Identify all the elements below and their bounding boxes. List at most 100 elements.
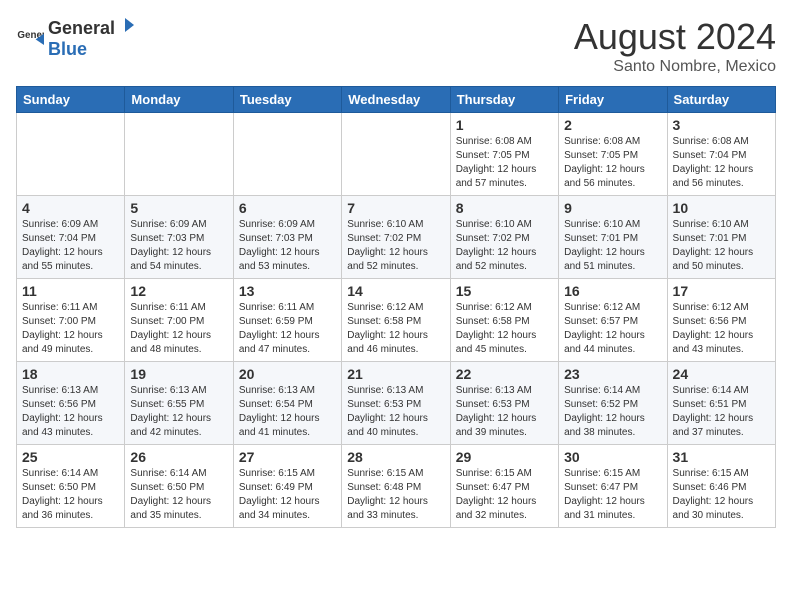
- day-number: 21: [347, 366, 444, 382]
- calendar-cell: [125, 113, 233, 196]
- weekday-header-monday: Monday: [125, 87, 233, 113]
- calendar-cell: 19 Sunrise: 6:13 AM Sunset: 6:55 PM Dayli…: [125, 362, 233, 445]
- day-number: 30: [564, 449, 661, 465]
- day-info: Sunrise: 6:14 AM Sunset: 6:51 PM Dayligh…: [673, 384, 770, 440]
- day-number: 15: [456, 283, 553, 299]
- weekday-header-friday: Friday: [559, 87, 667, 113]
- calendar-cell: 10Sunrise: 6:10 AM Sunset: 7:01 PM Dayli…: [667, 196, 775, 279]
- day-number: 4: [22, 200, 119, 216]
- day-number: 25: [22, 449, 119, 465]
- day-info: Sunrise: 6:09 AM Sunset: 7:04 PM Dayligh…: [22, 218, 119, 274]
- calendar-cell: 27Sunrise: 6:15 AM Sunset: 6:49 PM Dayli…: [233, 445, 341, 528]
- day-info: Sunrise: 6:11 AM Sunset: 7:00 PM Dayligh…: [22, 301, 119, 357]
- day-number: 22: [456, 366, 553, 382]
- calendar-cell: 6 Sunrise: 6:09 AM Sunset: 7:03 PM Daylig…: [233, 196, 341, 279]
- day-info: Sunrise: 6:15 AM Sunset: 6:46 PM Dayligh…: [673, 467, 770, 523]
- day-number: 8: [456, 200, 553, 216]
- day-number: 3: [673, 117, 770, 133]
- day-number: 6: [239, 200, 336, 216]
- day-info: Sunrise: 6:14 AM Sunset: 6:52 PM Dayligh…: [564, 384, 661, 440]
- day-info: Sunrise: 6:08 AM Sunset: 7:05 PM Dayligh…: [564, 135, 661, 191]
- day-number: 1: [456, 117, 553, 133]
- calendar-cell: 24 Sunrise: 6:14 AM Sunset: 6:51 PM Dayli…: [667, 362, 775, 445]
- day-number: 18: [22, 366, 119, 382]
- day-info: Sunrise: 6:12 AM Sunset: 6:56 PM Dayligh…: [673, 301, 770, 357]
- day-info: Sunrise: 6:09 AM Sunset: 7:03 PM Dayligh…: [130, 218, 227, 274]
- day-info: Sunrise: 6:10 AM Sunset: 7:02 PM Dayligh…: [347, 218, 444, 274]
- day-info: Sunrise: 6:10 AM Sunset: 7:01 PM Dayligh…: [673, 218, 770, 274]
- calendar-week-row: 25 Sunrise: 6:14 AM Sunset: 6:50 PM Dayli…: [17, 445, 776, 528]
- day-info: Sunrise: 6:10 AM Sunset: 7:01 PM Dayligh…: [564, 218, 661, 274]
- day-info: Sunrise: 6:13 AM Sunset: 6:53 PM Dayligh…: [347, 384, 444, 440]
- day-info: Sunrise: 6:15 AM Sunset: 6:47 PM Dayligh…: [456, 467, 553, 523]
- weekday-header-saturday: Saturday: [667, 87, 775, 113]
- logo: General General Blue: [16, 16, 135, 60]
- day-info: Sunrise: 6:13 AM Sunset: 6:54 PM Dayligh…: [239, 384, 336, 440]
- day-info: Sunrise: 6:14 AM Sunset: 6:50 PM Dayligh…: [130, 467, 227, 523]
- calendar-cell: 17Sunrise: 6:12 AM Sunset: 6:56 PM Dayli…: [667, 279, 775, 362]
- calendar-week-row: 4 Sunrise: 6:09 AM Sunset: 7:04 PM Daylig…: [17, 196, 776, 279]
- day-info: Sunrise: 6:11 AM Sunset: 7:00 PM Dayligh…: [130, 301, 227, 357]
- day-info: Sunrise: 6:15 AM Sunset: 6:47 PM Dayligh…: [564, 467, 661, 523]
- day-info: Sunrise: 6:08 AM Sunset: 7:05 PM Dayligh…: [456, 135, 553, 191]
- calendar-cell: 2 Sunrise: 6:08 AM Sunset: 7:05 PM Daylig…: [559, 113, 667, 196]
- day-number: 28: [347, 449, 444, 465]
- day-info: Sunrise: 6:09 AM Sunset: 7:03 PM Dayligh…: [239, 218, 336, 274]
- calendar-cell: 31Sunrise: 6:15 AM Sunset: 6:46 PM Dayli…: [667, 445, 775, 528]
- day-info: Sunrise: 6:10 AM Sunset: 7:02 PM Dayligh…: [456, 218, 553, 274]
- calendar-cell: 4 Sunrise: 6:09 AM Sunset: 7:04 PM Daylig…: [17, 196, 125, 279]
- logo-icon: General: [16, 24, 44, 52]
- day-number: 9: [564, 200, 661, 216]
- calendar-cell: 5 Sunrise: 6:09 AM Sunset: 7:03 PM Daylig…: [125, 196, 233, 279]
- title-block: August 2024 Santo Nombre, Mexico: [574, 16, 776, 76]
- day-number: 12: [130, 283, 227, 299]
- day-number: 14: [347, 283, 444, 299]
- day-number: 7: [347, 200, 444, 216]
- calendar-cell: [342, 113, 450, 196]
- month-year-title: August 2024: [574, 16, 776, 58]
- calendar-cell: 18 Sunrise: 6:13 AM Sunset: 6:56 PM Dayli…: [17, 362, 125, 445]
- day-number: 5: [130, 200, 227, 216]
- day-number: 2: [564, 117, 661, 133]
- calendar-week-row: 18 Sunrise: 6:13 AM Sunset: 6:56 PM Dayli…: [17, 362, 776, 445]
- weekday-header-sunday: Sunday: [17, 87, 125, 113]
- day-info: Sunrise: 6:13 AM Sunset: 6:56 PM Dayligh…: [22, 384, 119, 440]
- day-number: 27: [239, 449, 336, 465]
- day-number: 29: [456, 449, 553, 465]
- day-number: 19: [130, 366, 227, 382]
- day-number: 11: [22, 283, 119, 299]
- calendar-cell: 16 Sunrise: 6:12 AM Sunset: 6:57 PM Dayli…: [559, 279, 667, 362]
- calendar-cell: 22Sunrise: 6:13 AM Sunset: 6:53 PM Dayli…: [450, 362, 558, 445]
- logo-flag-icon: [116, 16, 134, 34]
- day-info: Sunrise: 6:15 AM Sunset: 6:48 PM Dayligh…: [347, 467, 444, 523]
- page-header: General General Blue August 2024 Santo N…: [16, 16, 776, 76]
- day-number: 23: [564, 366, 661, 382]
- logo-blue: Blue: [48, 39, 87, 59]
- calendar-cell: 28 Sunrise: 6:15 AM Sunset: 6:48 PM Dayli…: [342, 445, 450, 528]
- day-number: 24: [673, 366, 770, 382]
- day-number: 20: [239, 366, 336, 382]
- calendar-cell: 25 Sunrise: 6:14 AM Sunset: 6:50 PM Dayli…: [17, 445, 125, 528]
- calendar-table: SundayMondayTuesdayWednesdayThursdayFrid…: [16, 86, 776, 528]
- day-info: Sunrise: 6:12 AM Sunset: 6:57 PM Dayligh…: [564, 301, 661, 357]
- day-info: Sunrise: 6:11 AM Sunset: 6:59 PM Dayligh…: [239, 301, 336, 357]
- calendar-cell: 20 Sunrise: 6:13 AM Sunset: 6:54 PM Dayli…: [233, 362, 341, 445]
- calendar-cell: 21 Sunrise: 6:13 AM Sunset: 6:53 PM Dayli…: [342, 362, 450, 445]
- weekday-header-wednesday: Wednesday: [342, 87, 450, 113]
- day-info: Sunrise: 6:13 AM Sunset: 6:55 PM Dayligh…: [130, 384, 227, 440]
- day-number: 13: [239, 283, 336, 299]
- calendar-cell: 9 Sunrise: 6:10 AM Sunset: 7:01 PM Daylig…: [559, 196, 667, 279]
- location-subtitle: Santo Nombre, Mexico: [574, 58, 776, 76]
- calendar-cell: 13 Sunrise: 6:11 AM Sunset: 6:59 PM Dayli…: [233, 279, 341, 362]
- day-number: 16: [564, 283, 661, 299]
- calendar-cell: 29 Sunrise: 6:15 AM Sunset: 6:47 PM Dayli…: [450, 445, 558, 528]
- weekday-header-tuesday: Tuesday: [233, 87, 341, 113]
- calendar-cell: 23 Sunrise: 6:14 AM Sunset: 6:52 PM Dayli…: [559, 362, 667, 445]
- calendar-cell: 7 Sunrise: 6:10 AM Sunset: 7:02 PM Daylig…: [342, 196, 450, 279]
- calendar-cell: 1 Sunrise: 6:08 AM Sunset: 7:05 PM Daylig…: [450, 113, 558, 196]
- day-info: Sunrise: 6:14 AM Sunset: 6:50 PM Dayligh…: [22, 467, 119, 523]
- calendar-week-row: 11 Sunrise: 6:11 AM Sunset: 7:00 PM Dayli…: [17, 279, 776, 362]
- day-info: Sunrise: 6:12 AM Sunset: 6:58 PM Dayligh…: [347, 301, 444, 357]
- calendar-cell: 3Sunrise: 6:08 AM Sunset: 7:04 PM Daylig…: [667, 113, 775, 196]
- calendar-cell: 8 Sunrise: 6:10 AM Sunset: 7:02 PM Daylig…: [450, 196, 558, 279]
